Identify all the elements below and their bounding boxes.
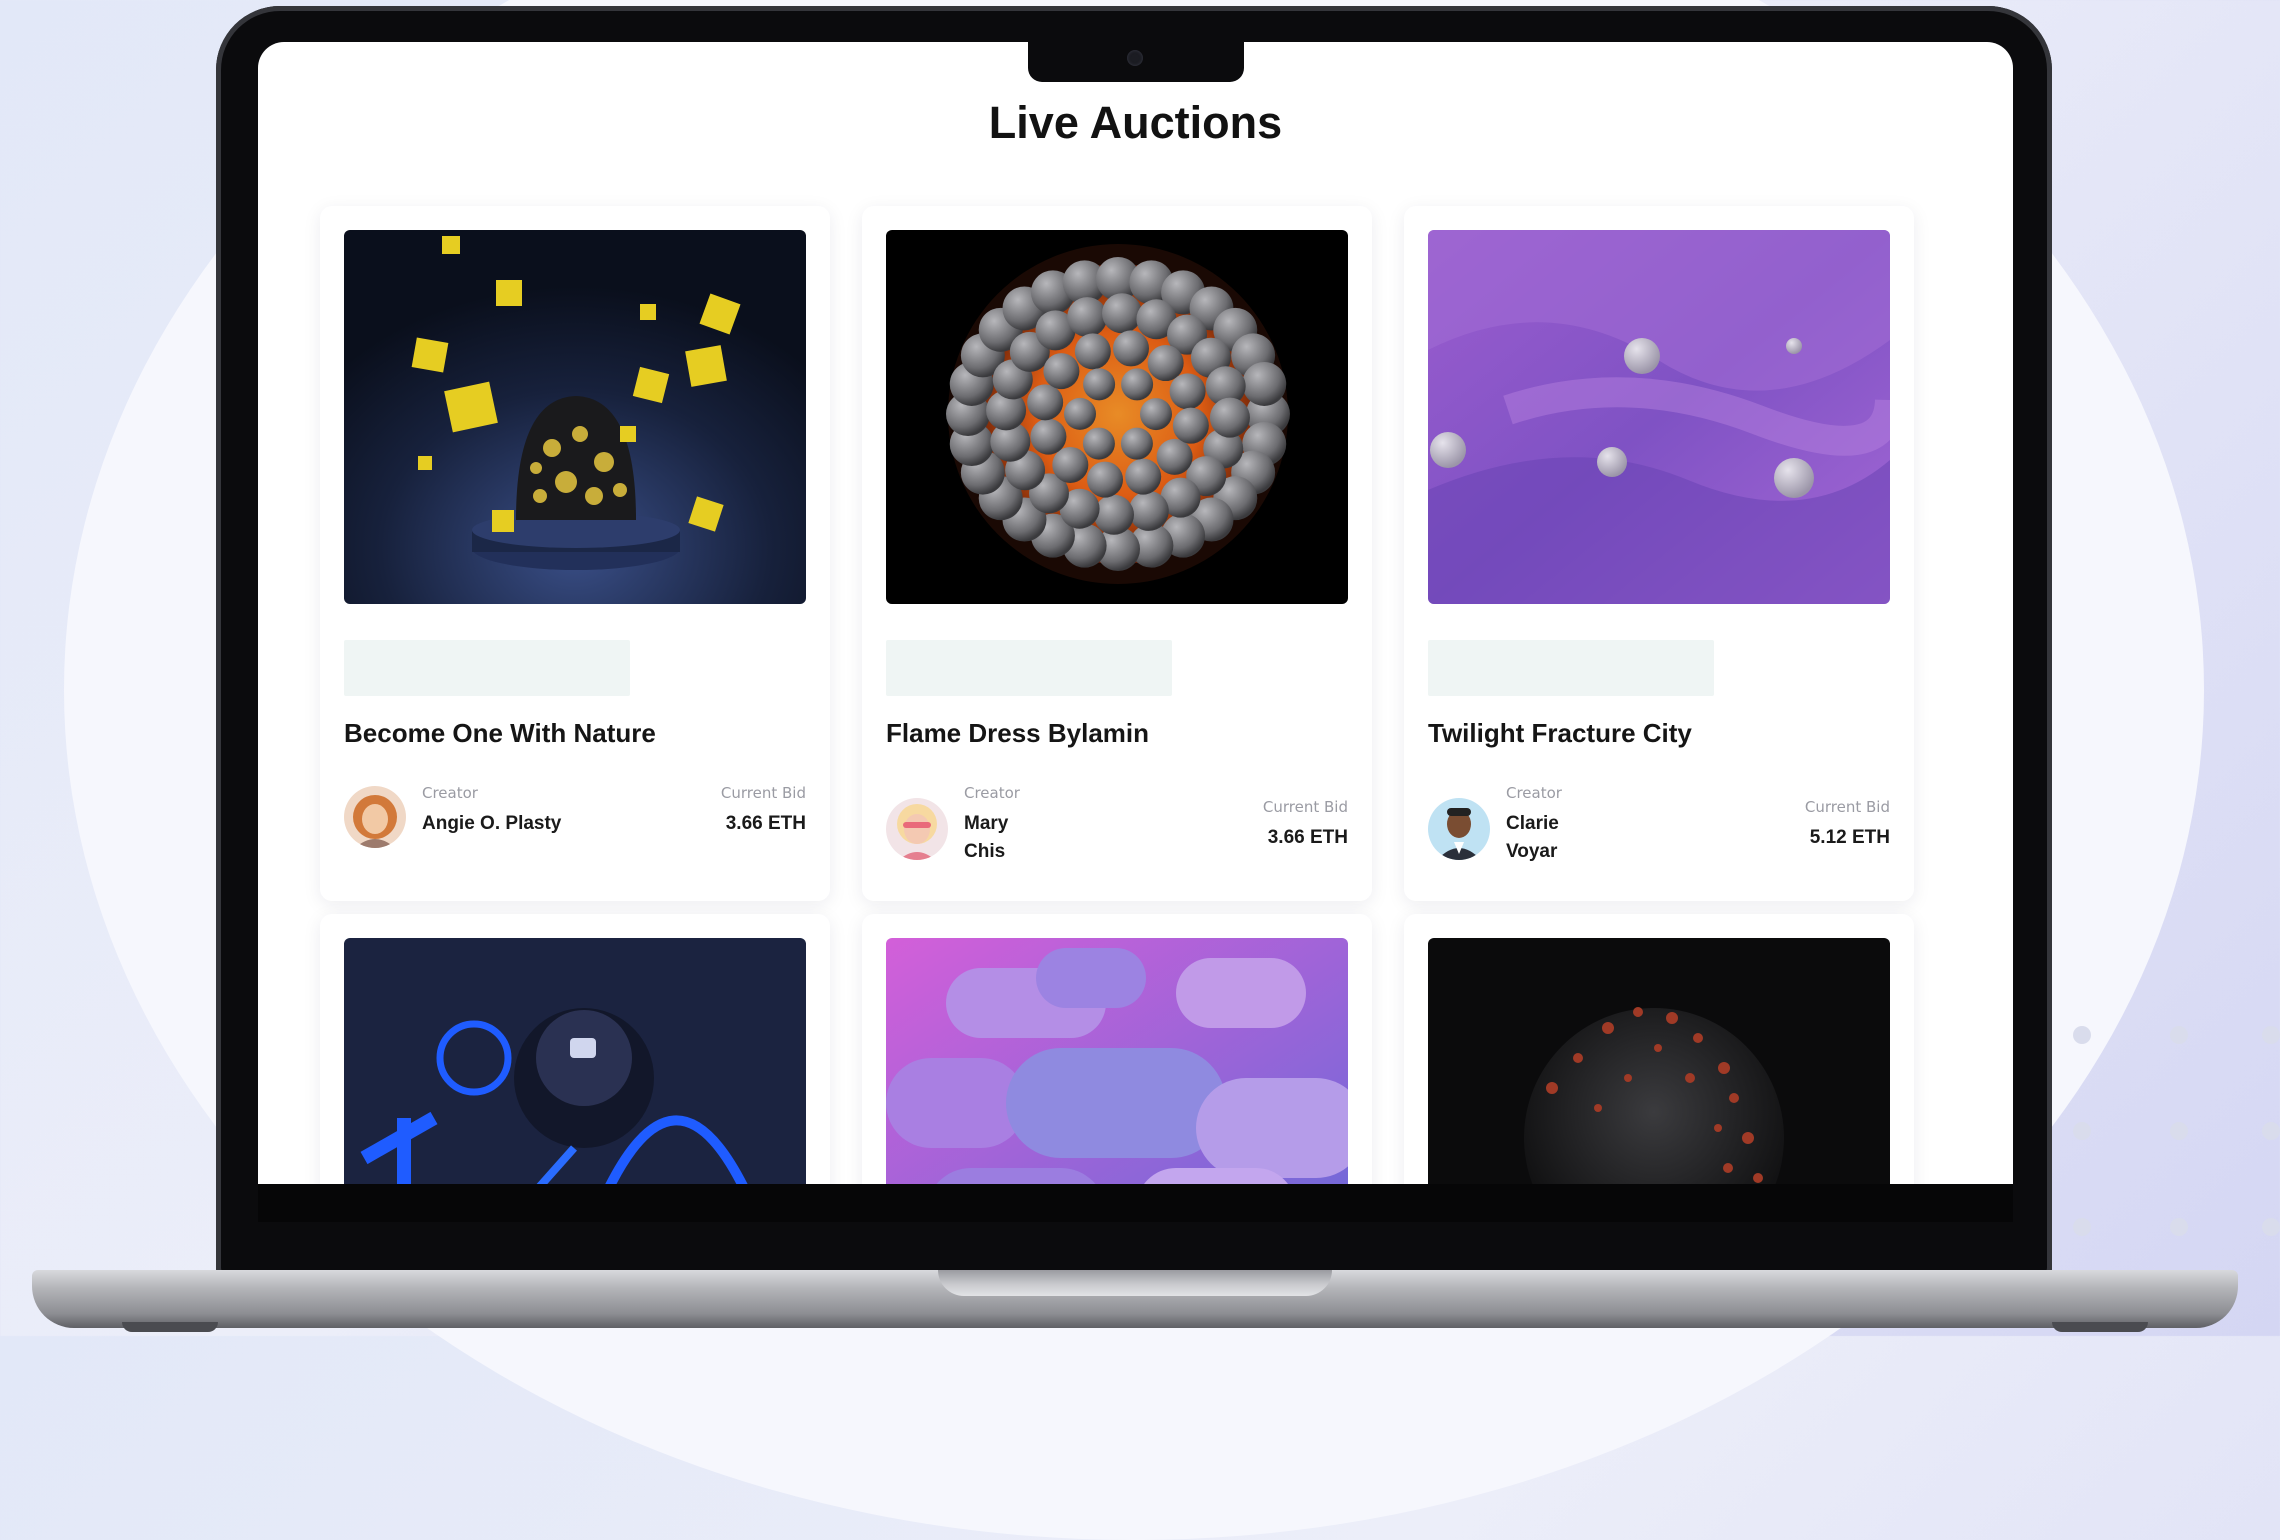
- current-bid-label: Current Bid: [1804, 798, 1890, 816]
- auction-title[interactable]: Become One With Nature: [344, 718, 656, 749]
- creator-name[interactable]: Clarie Voyar: [1506, 810, 1559, 866]
- current-bid-value: 5.12 ETH: [1809, 827, 1890, 848]
- auction-card[interactable]: Flame Dress Bylamin Creator Mary Chis Cu…: [862, 206, 1372, 901]
- decor-dot: [2073, 1122, 2091, 1140]
- decor-dot: [2073, 1218, 2091, 1236]
- auction-card[interactable]: [862, 914, 1372, 1184]
- artwork-image[interactable]: [1428, 938, 1890, 1184]
- decor-dot: [2170, 1218, 2188, 1236]
- artwork-image[interactable]: [886, 938, 1348, 1184]
- current-bid-value: 3.66 ETH: [725, 813, 806, 834]
- decor-dot: [2262, 1218, 2280, 1236]
- creator-label: Creator: [422, 784, 478, 802]
- creator-avatar[interactable]: [1428, 798, 1490, 860]
- artwork-image[interactable]: [886, 230, 1348, 604]
- countdown-timer: [1428, 640, 1714, 696]
- lid-opening-notch: [938, 1270, 1332, 1296]
- creator-label: Creator: [1506, 784, 1562, 802]
- decor-dot: [2262, 1026, 2280, 1044]
- laptop-screen: Live Auctions Become One With Nature Cre…: [258, 42, 2013, 1184]
- decor-dot: [2170, 1122, 2188, 1140]
- artwork-image[interactable]: [1428, 230, 1890, 604]
- auction-title[interactable]: Twilight Fracture City: [1428, 718, 1692, 749]
- auction-card[interactable]: [1404, 914, 1914, 1184]
- auction-card[interactable]: [320, 914, 830, 1184]
- decor-dot: [2073, 1026, 2091, 1044]
- auction-card[interactable]: Twilight Fracture City Creator Clarie Vo…: [1404, 206, 1914, 901]
- laptop-foot: [122, 1322, 218, 1332]
- artwork-image[interactable]: [344, 938, 806, 1184]
- auction-title[interactable]: Flame Dress Bylamin: [886, 718, 1149, 749]
- creator-name[interactable]: Mary Chis: [964, 810, 1008, 866]
- creator-avatar[interactable]: [886, 798, 948, 860]
- current-bid-label: Current Bid: [1262, 798, 1348, 816]
- webcam-icon: [1127, 50, 1143, 66]
- artwork-image[interactable]: [344, 230, 806, 604]
- current-bid-value: 3.66 ETH: [1267, 827, 1348, 848]
- countdown-timer: [886, 640, 1172, 696]
- auction-card[interactable]: Become One With Nature Creator Angie O. …: [320, 206, 830, 901]
- decor-dot: [2262, 1122, 2280, 1140]
- countdown-timer: [344, 640, 630, 696]
- page-title: Live Auctions: [988, 97, 1283, 148]
- creator-avatar[interactable]: [344, 786, 406, 848]
- current-bid-label: Current Bid: [720, 784, 806, 802]
- laptop-foot: [2052, 1322, 2148, 1332]
- creator-label: Creator: [964, 784, 1020, 802]
- creator-name[interactable]: Angie O. Plasty: [422, 810, 561, 838]
- decor-dot: [2170, 1026, 2188, 1044]
- screen-bottom-bezel: [258, 1184, 2013, 1222]
